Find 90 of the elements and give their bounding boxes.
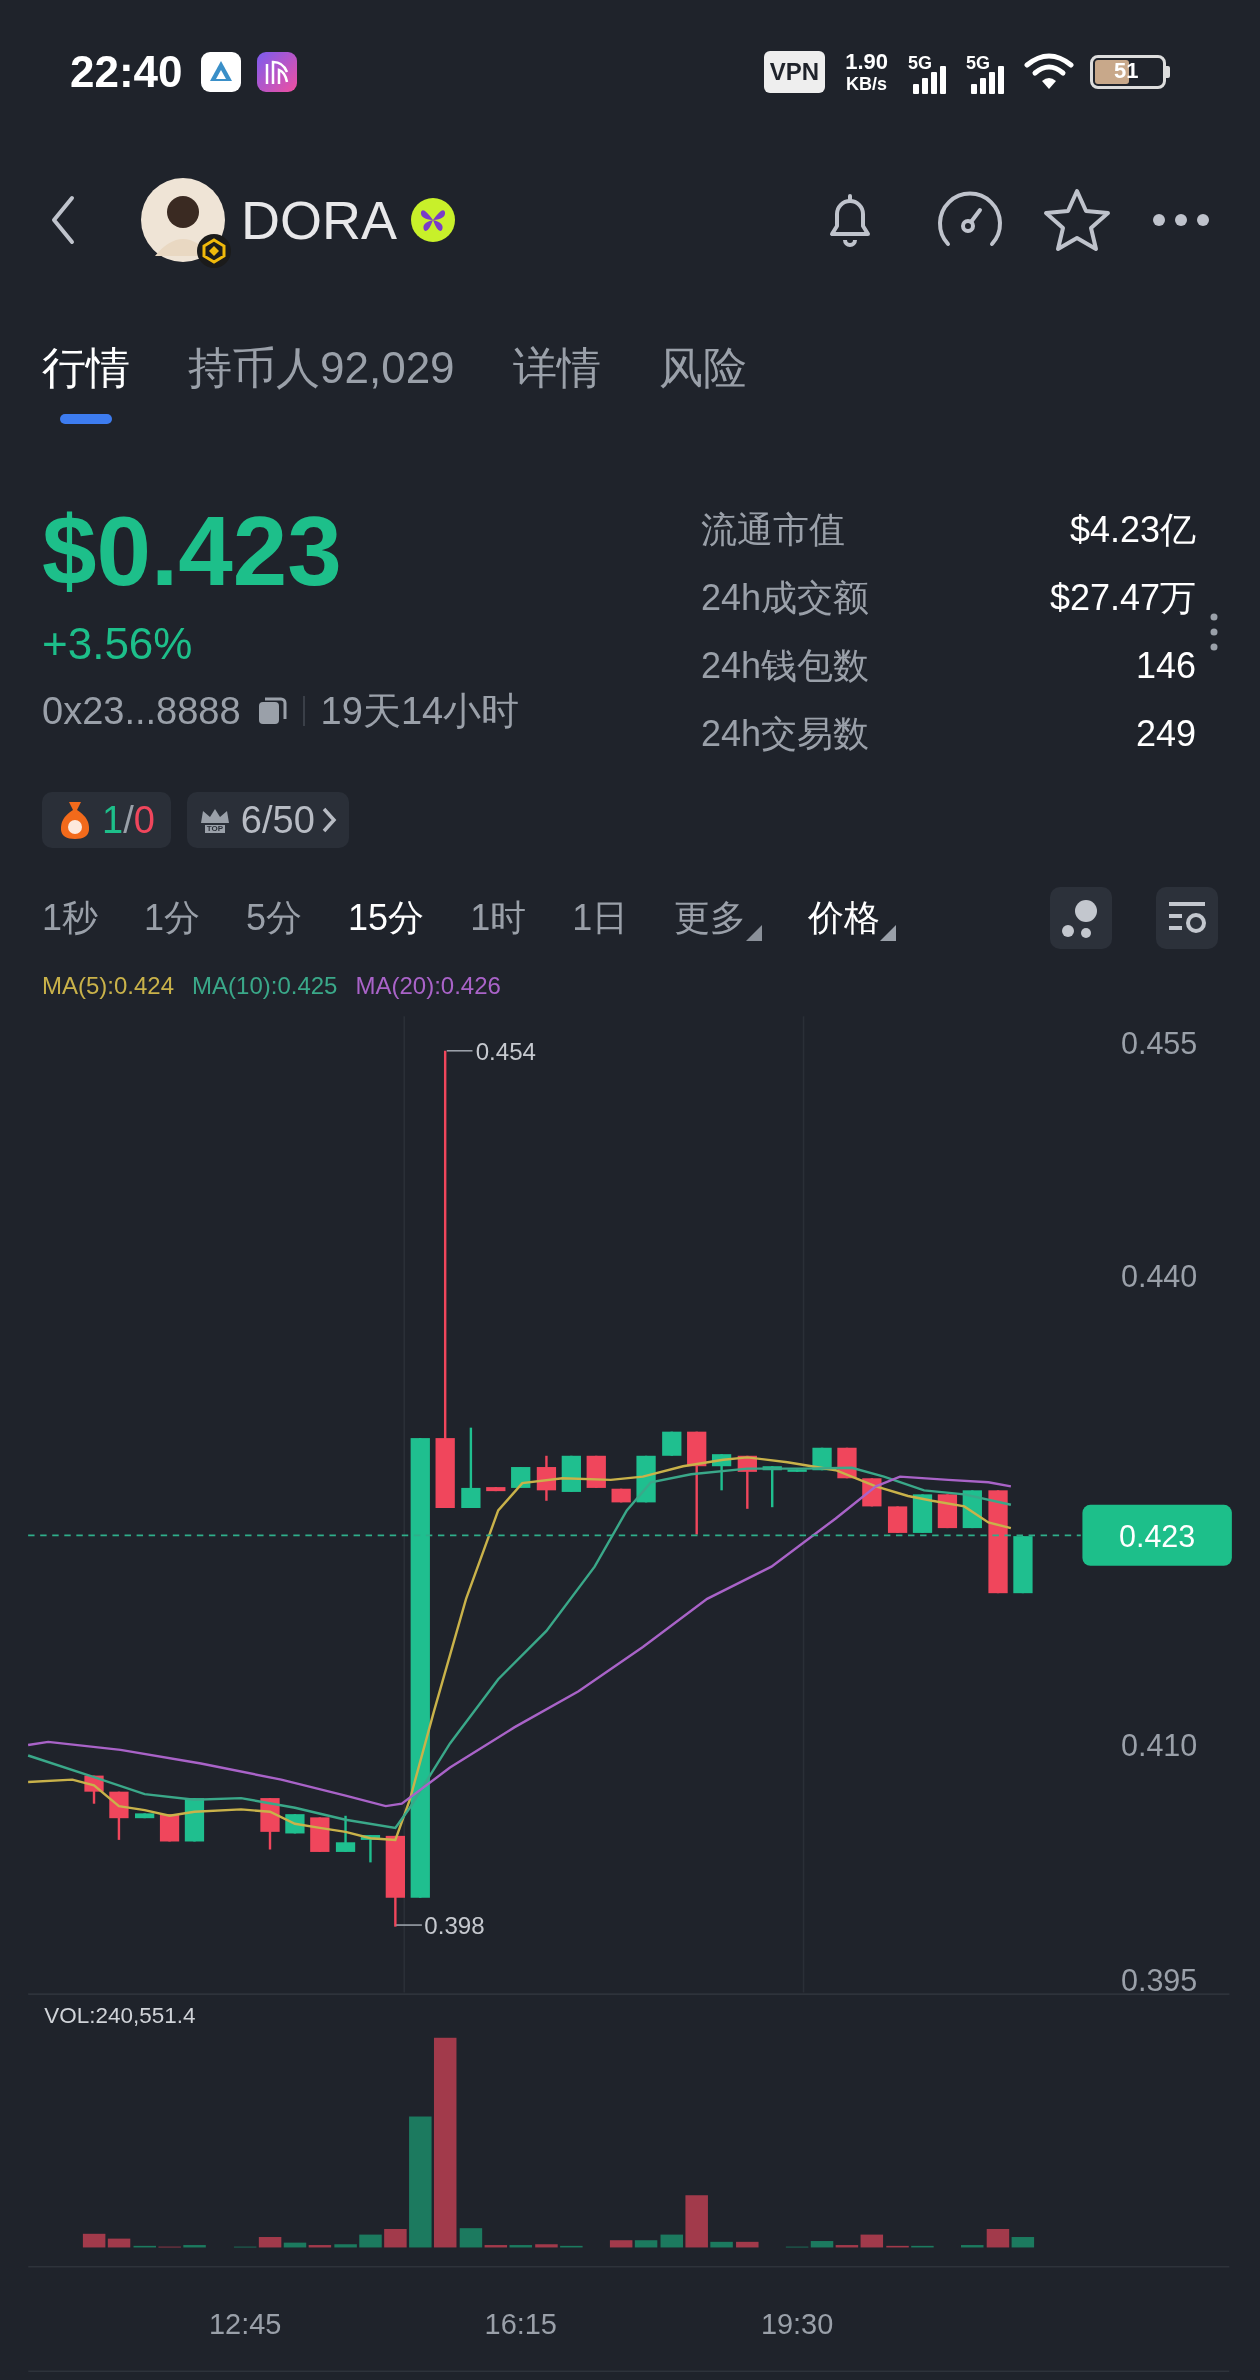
candlestick	[711, 1454, 732, 1491]
candlestick	[511, 1467, 531, 1488]
candlestick	[84, 1775, 104, 1804]
axis-label: 0.440	[1120, 1259, 1198, 1294]
tab[interactable]: 详情	[512, 346, 601, 424]
interval-tab[interactable]: 1分	[144, 891, 201, 945]
candlestick	[260, 1798, 280, 1850]
money-bag-icon	[58, 800, 92, 840]
candlestick	[611, 1488, 631, 1503]
candlestick	[360, 1835, 381, 1863]
indicator-button[interactable]	[1050, 887, 1112, 949]
vpn-badge: VPN	[763, 51, 826, 93]
vertical-dots-icon[interactable]	[1210, 612, 1218, 652]
top-rank-button[interactable]: TOP 6/50	[186, 792, 349, 848]
bag-count: 1/0	[102, 797, 155, 843]
candlestick	[109, 1791, 129, 1840]
candlestick	[912, 1494, 933, 1533]
corner-triangle-icon	[880, 925, 897, 941]
network-speed: 1.90	[845, 51, 888, 73]
axis-label: 0.410	[1120, 1728, 1198, 1763]
candlestick	[335, 1815, 356, 1852]
interval-tab[interactable]: 1日	[572, 891, 629, 945]
candlestick	[937, 1494, 958, 1529]
time-label: 12:45	[209, 2308, 282, 2341]
price-value: $0.423	[42, 502, 343, 600]
candlestick	[762, 1466, 782, 1508]
low-price-label: 0.398	[424, 1911, 485, 1939]
candlestick	[135, 1813, 155, 1819]
candlestick	[662, 1431, 682, 1456]
chain-badge-icon	[197, 234, 231, 268]
contract-address: 0x23...8888	[42, 692, 241, 730]
high-price-label: 0.454	[475, 1038, 536, 1066]
volume-label: VOL:240,551.4	[44, 2002, 196, 2028]
candlestick	[787, 1469, 807, 1472]
tab[interactable]: 风险	[658, 346, 747, 424]
axis-label: 0.395	[1120, 1962, 1198, 1996]
time-label: 19:30	[760, 2308, 834, 2341]
triangle-app-icon	[200, 52, 241, 92]
stat-value: $4.23亿	[1069, 512, 1196, 548]
leader-line	[395, 1924, 423, 1926]
status-time: 22:40	[70, 46, 183, 98]
chart-settings-button[interactable]	[1156, 887, 1218, 949]
candlestick	[159, 1814, 180, 1842]
moving-average-label: MA(5):0.424	[42, 974, 175, 998]
candlestick	[536, 1455, 557, 1501]
network-type: 5G	[907, 52, 932, 75]
interval-tab[interactable]: 5分	[246, 891, 303, 945]
token-name: DORA	[241, 188, 397, 252]
price-change: +3.56%	[42, 622, 194, 666]
moving-average-label: MA(10):0.425	[192, 974, 338, 998]
corner-triangle-icon	[746, 925, 763, 941]
copy-icon[interactable]	[256, 696, 287, 726]
interval-tab[interactable]: 15分	[348, 891, 425, 945]
chevron-right-icon	[320, 806, 337, 834]
leader-line	[446, 1049, 474, 1052]
stat-label: 24h钱包数	[701, 648, 870, 684]
stat-label: 24h成交额	[701, 580, 870, 616]
dropdown-button[interactable]: 价格	[808, 891, 897, 945]
interval-tab[interactable]: 1秒	[42, 891, 99, 945]
stat-label: 流通市值	[701, 512, 845, 548]
stat-value: 146	[1135, 648, 1196, 684]
time-label: 16:15	[484, 2308, 557, 2341]
current-price-badge: 0.423	[1082, 1504, 1232, 1566]
stat-value: 249	[1135, 716, 1196, 752]
axis-label: 0.455	[1120, 1026, 1198, 1060]
stat-label: 24h交易数	[701, 716, 870, 752]
money-bag-badge[interactable]: 1/0	[42, 792, 171, 848]
tab[interactable]: 行情	[42, 346, 130, 424]
star-icon[interactable]	[1042, 187, 1112, 253]
candlestick	[310, 1817, 330, 1852]
stat-value: $27.47万	[1049, 580, 1196, 616]
candlestick	[887, 1506, 908, 1533]
candlestick	[561, 1455, 581, 1492]
interval-tab[interactable]: 1时	[470, 891, 527, 945]
speed-unit: KB/s	[846, 75, 888, 93]
candlestick	[737, 1455, 757, 1509]
butterfly-badge-icon	[411, 198, 455, 242]
list-settings-icon	[1166, 900, 1208, 936]
wifi-icon	[1024, 53, 1074, 91]
more-icon[interactable]	[1152, 213, 1210, 227]
moving-average-label: MA(20):0.426	[355, 974, 501, 998]
candlestick	[586, 1455, 606, 1488]
back-icon[interactable]	[50, 194, 76, 246]
candlestick	[1013, 1536, 1033, 1594]
candlestick	[486, 1487, 506, 1492]
dropdown-button[interactable]: 更多	[674, 891, 763, 945]
tab[interactable]: 持币人92,029	[188, 346, 455, 424]
token-age: 19天14小时	[320, 692, 520, 730]
network-type: 5G	[966, 52, 990, 75]
stripes-app-icon	[256, 52, 297, 92]
